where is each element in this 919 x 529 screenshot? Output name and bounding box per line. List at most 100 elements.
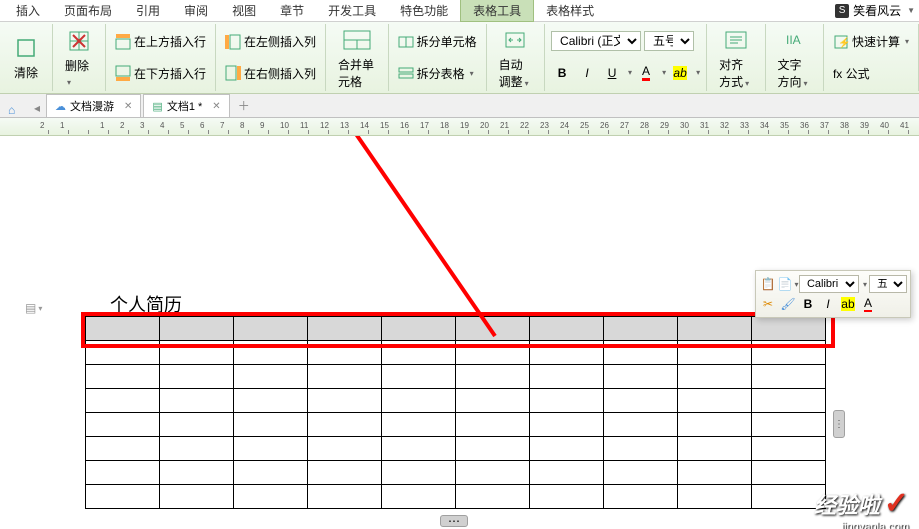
add-tab-button[interactable]: ＋ xyxy=(232,94,256,117)
font-size-select[interactable]: 五号 xyxy=(644,31,694,51)
menu-special[interactable]: 特色功能 xyxy=(388,0,460,21)
table-row xyxy=(86,461,826,485)
tab1-close-icon[interactable]: ✕ xyxy=(124,101,132,112)
mini-highlight-button[interactable]: ab xyxy=(839,295,857,313)
insert-col-left-button[interactable]: 在左侧插入列 xyxy=(222,31,319,52)
row-above-icon xyxy=(115,34,131,50)
merge-cells-icon xyxy=(343,26,371,54)
bold-button[interactable]: B xyxy=(551,62,573,84)
col-right-icon xyxy=(225,65,241,81)
fast-calc-button[interactable]: ⚡快速计算▾ xyxy=(830,31,912,52)
text-direction-button[interactable]: IIA 文字方向▾ xyxy=(772,22,817,94)
copy-icon[interactable]: 📋 xyxy=(759,275,777,293)
table-row xyxy=(86,317,826,341)
svg-text:⚡: ⚡ xyxy=(838,36,850,49)
cut-icon[interactable]: ✂ xyxy=(759,295,777,313)
font-name-select[interactable]: Calibri (正文) xyxy=(551,31,641,51)
merge-label: 合并单元格 xyxy=(338,56,376,90)
menu-devtools[interactable]: 开发工具 xyxy=(316,0,388,21)
menu-insert[interactable]: 插入 xyxy=(4,0,52,21)
delete-label: 删除▾ xyxy=(65,57,93,88)
table-row xyxy=(86,365,826,389)
split-cells-label: 拆分单元格 xyxy=(417,33,477,50)
mini-bold-button[interactable]: B xyxy=(799,295,817,313)
mini-size-select[interactable]: 五号 xyxy=(869,275,907,293)
mini-font-color-button[interactable]: A xyxy=(859,295,877,313)
autofit-icon xyxy=(501,26,529,54)
menu-bar: 插入 页面布局 引用 审阅 视图 章节 开发工具 特色功能 表格工具 表格样式 … xyxy=(0,0,919,22)
tab2-close-icon[interactable]: ✕ xyxy=(212,101,220,112)
merge-cells-button[interactable]: 合并单元格 xyxy=(332,22,382,94)
italic-button[interactable]: I xyxy=(576,62,598,84)
home-icon[interactable]: ⌂ xyxy=(8,103,22,117)
cloud-icon: ☁ xyxy=(55,100,66,113)
auto-fit-button[interactable]: 自动调整▾ xyxy=(493,22,538,94)
paragraph-marker-icon[interactable]: ▤ ▾ xyxy=(25,301,42,315)
menu-references[interactable]: 引用 xyxy=(124,0,172,21)
tab1-label: 文档漫游 xyxy=(70,98,114,114)
user-label[interactable]: 笑看风云 xyxy=(853,2,901,19)
menu-table-tools[interactable]: 表格工具 xyxy=(460,0,534,22)
align-button[interactable]: 对齐方式▾ xyxy=(713,22,758,94)
align-label: 对齐方式▾ xyxy=(719,56,752,90)
highlight-button[interactable]: ab xyxy=(669,62,691,84)
mini-toolbar: 📋 📄▾ Calibri (正▾ 五号 ✂ 🖌 B I ab A xyxy=(755,270,911,318)
mini-font-select[interactable]: Calibri (正 xyxy=(799,275,859,293)
tab-doc1[interactable]: ▤ 文档1 * ✕ xyxy=(143,94,229,117)
clear-button[interactable]: 清除 xyxy=(6,30,46,85)
document-tabbar: ⌂ ◂ ☁ 文档漫游 ✕ ▤ 文档1 * ✕ ＋ xyxy=(0,94,919,118)
split-cells-button[interactable]: 拆分单元格 xyxy=(395,31,480,52)
user-badge-icon: S xyxy=(835,4,849,18)
ruler[interactable]: 2112345678910111213141516171819202122232… xyxy=(0,118,919,136)
formula-label: fx 公式 xyxy=(833,65,870,82)
menu-view[interactable]: 视图 xyxy=(220,0,268,21)
insert-above-label: 在上方插入行 xyxy=(134,33,206,50)
table-resize-right-handle[interactable]: ⋮ xyxy=(833,410,845,438)
table-row xyxy=(86,485,826,509)
text-direction-icon: IIA xyxy=(780,26,808,54)
split-table-button[interactable]: 拆分表格▾ xyxy=(395,63,480,84)
document-area: ▤ ▾ 个人简历 ⋮ ⋯ 📋 📄▾ Calibri (正▾ 五号 ✂ 🖌 B I xyxy=(0,136,919,529)
font-color-dropdown[interactable]: ▾ xyxy=(662,68,666,77)
user-dropdown-icon[interactable]: ▼ xyxy=(907,6,915,15)
autofit-label: 自动调整▾ xyxy=(499,56,532,90)
format-painter-icon[interactable]: 🖌 xyxy=(779,295,797,313)
menu-review[interactable]: 审阅 xyxy=(172,0,220,21)
menu-table-style[interactable]: 表格样式 xyxy=(534,0,606,21)
underline-dropdown[interactable]: ▾ xyxy=(628,68,632,77)
table-row xyxy=(86,413,826,437)
highlight-dropdown[interactable]: ▾ xyxy=(696,68,700,77)
split-table-label: 拆分表格 xyxy=(417,65,465,82)
document-title[interactable]: 个人简历 xyxy=(110,291,182,317)
split-table-icon xyxy=(398,65,414,81)
align-icon xyxy=(722,26,750,54)
tab-prev-icon[interactable]: ◂ xyxy=(28,99,46,117)
document-table[interactable] xyxy=(85,316,826,509)
paste-icon[interactable]: 📄▾ xyxy=(779,275,797,293)
table-row xyxy=(86,389,826,413)
delete-table-icon xyxy=(65,27,93,55)
formula-button[interactable]: fx 公式 xyxy=(830,63,912,84)
insert-row-above-button[interactable]: 在上方插入行 xyxy=(112,31,209,52)
calc-icon: ⚡ xyxy=(833,34,849,50)
table-row xyxy=(86,437,826,461)
svg-text:IIA: IIA xyxy=(786,33,801,47)
fast-calc-label: 快速计算 xyxy=(852,33,900,50)
square-icon xyxy=(12,34,40,62)
watermark-text: 经验啦 xyxy=(814,488,880,520)
insert-right-label: 在右侧插入列 xyxy=(244,65,316,82)
font-color-button[interactable]: A xyxy=(635,62,657,84)
table-row xyxy=(86,341,826,365)
mini-italic-button[interactable]: I xyxy=(819,295,837,313)
underline-button[interactable]: U xyxy=(601,62,623,84)
ribbon: 清除 删除▾ 在上方插入行 在下方插入行 在左侧插入列 在右侧插入列 合并单元格… xyxy=(0,22,919,94)
col-left-icon xyxy=(225,34,241,50)
tab-doc-roam[interactable]: ☁ 文档漫游 ✕ xyxy=(46,94,141,117)
delete-button[interactable]: 删除▾ xyxy=(59,23,99,92)
insert-row-below-button[interactable]: 在下方插入行 xyxy=(112,63,209,84)
insert-col-right-button[interactable]: 在右侧插入列 xyxy=(222,63,319,84)
insert-left-label: 在左侧插入列 xyxy=(244,33,316,50)
menu-page-layout[interactable]: 页面布局 xyxy=(52,0,124,21)
menu-chapter[interactable]: 章节 xyxy=(268,0,316,21)
table-resize-bottom-handle[interactable]: ⋯ xyxy=(440,515,468,527)
